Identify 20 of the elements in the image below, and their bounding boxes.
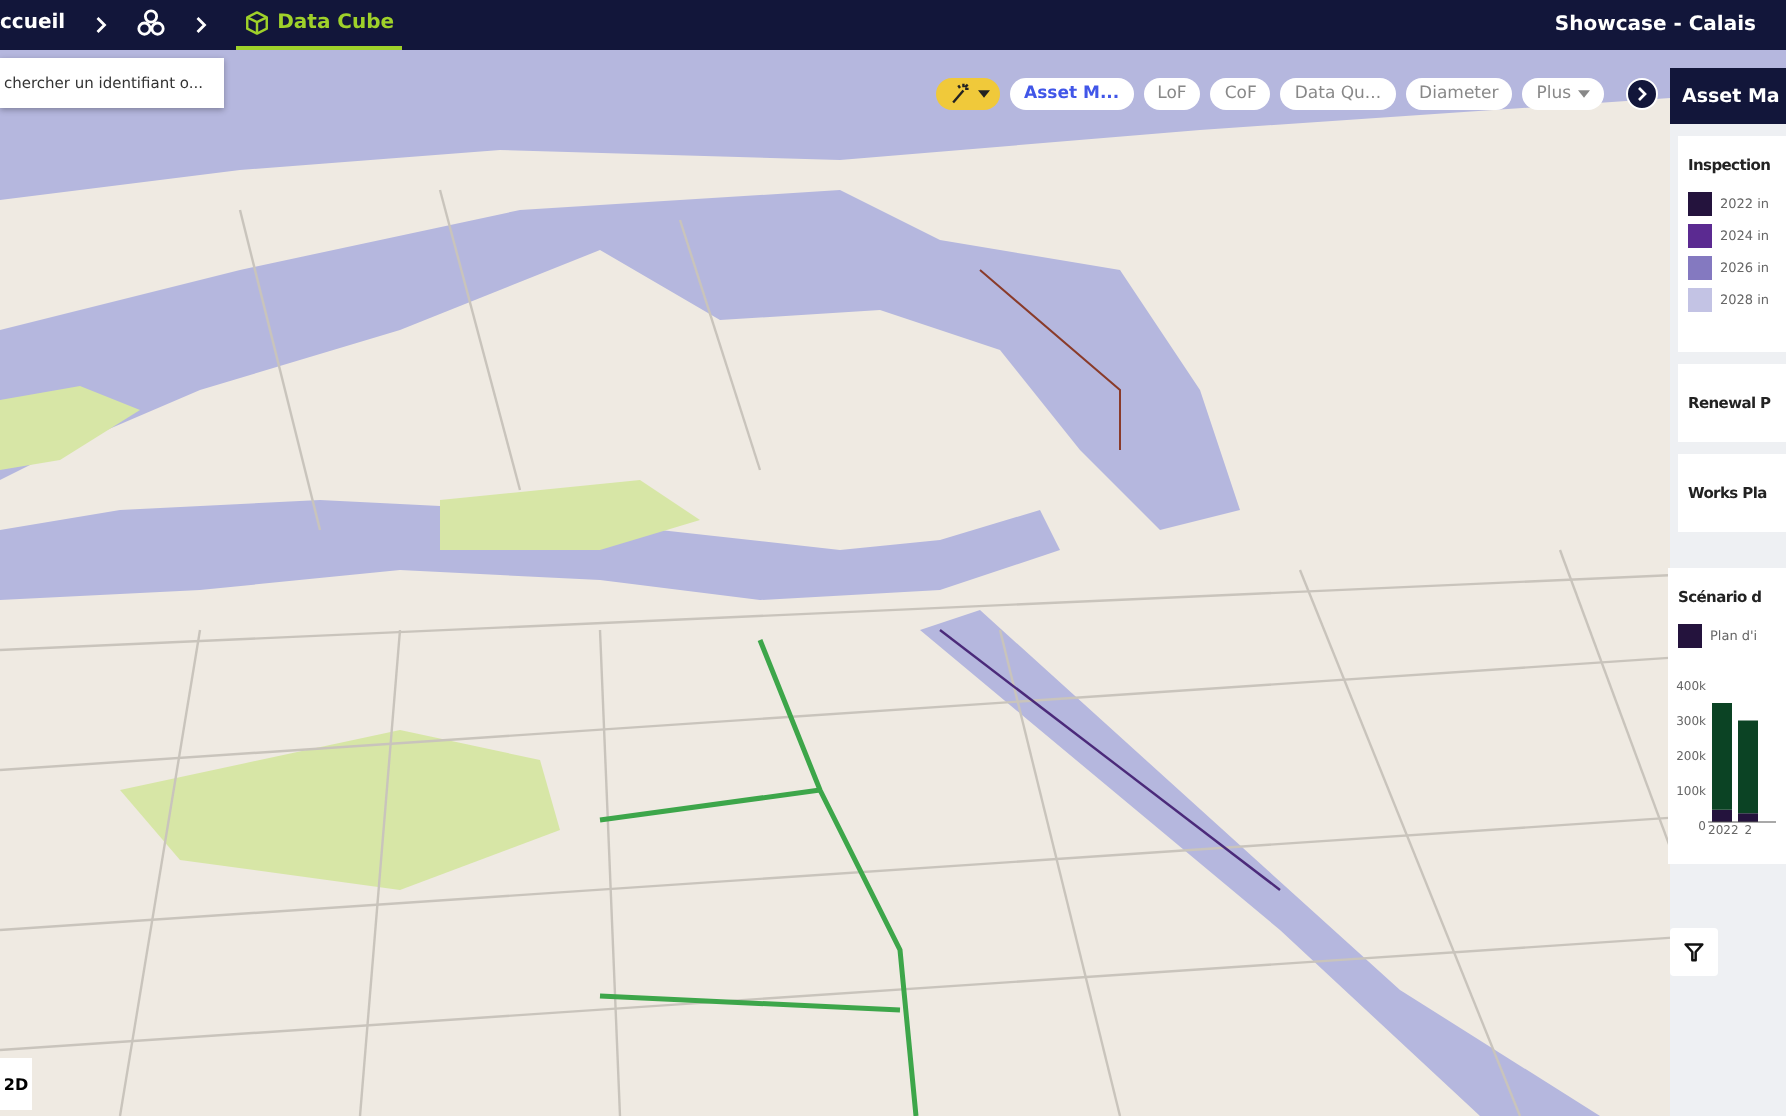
layer-chip[interactable]: Diameter	[1405, 78, 1513, 110]
layer-chip[interactable]: Asset M...	[1010, 78, 1134, 110]
view-toggle-button[interactable]: 2D	[0, 1058, 32, 1110]
more-dropdown[interactable]: Plus	[1522, 78, 1604, 110]
magic-wand-dropdown[interactable]	[936, 78, 1000, 110]
magic-wand-icon	[947, 82, 971, 106]
chevron-icon	[1635, 86, 1648, 102]
cube-icon	[243, 10, 270, 36]
caret-icon	[977, 90, 989, 98]
panel-title: Asset Ma	[1682, 85, 1780, 107]
layer-chip[interactable]: Data Qu...	[1280, 78, 1396, 110]
layer-chip[interactable]: CoF	[1210, 78, 1271, 110]
filter-button[interactable]	[1670, 928, 1718, 976]
chevron-icon	[193, 16, 208, 34]
chevron-icon	[93, 16, 108, 34]
project-name: Showcase - Calais	[1554, 14, 1756, 36]
circles-icon	[135, 8, 166, 38]
filter-icon	[1684, 942, 1704, 962]
breadcrumb-link[interactable]: ccueil	[0, 0, 66, 50]
caret-icon	[1577, 90, 1590, 98]
